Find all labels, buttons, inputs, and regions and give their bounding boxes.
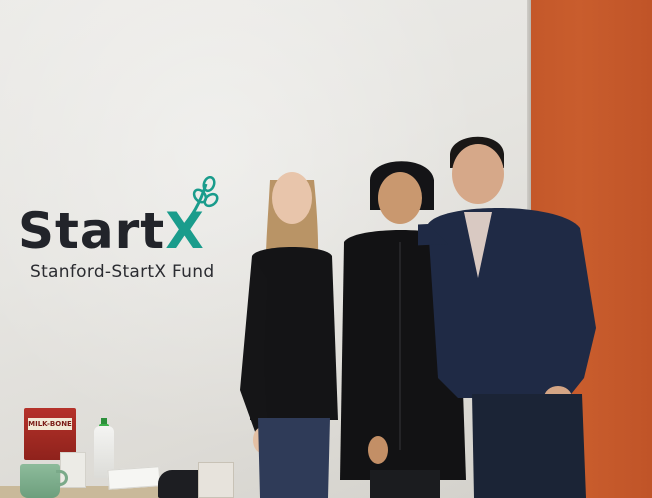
papers xyxy=(107,466,161,490)
mug xyxy=(20,464,60,498)
sprout-icon xyxy=(180,176,219,229)
photo-scene: StartX Stanford-StartX Fund MILK-BONE xyxy=(0,0,652,498)
small-box xyxy=(198,462,234,498)
logo-subtitle: Stanford-StartX Fund xyxy=(30,262,215,282)
dog-treat-label: MILK-BONE xyxy=(28,418,72,430)
logo-word-main: Start xyxy=(18,202,166,260)
person-right xyxy=(418,136,596,498)
